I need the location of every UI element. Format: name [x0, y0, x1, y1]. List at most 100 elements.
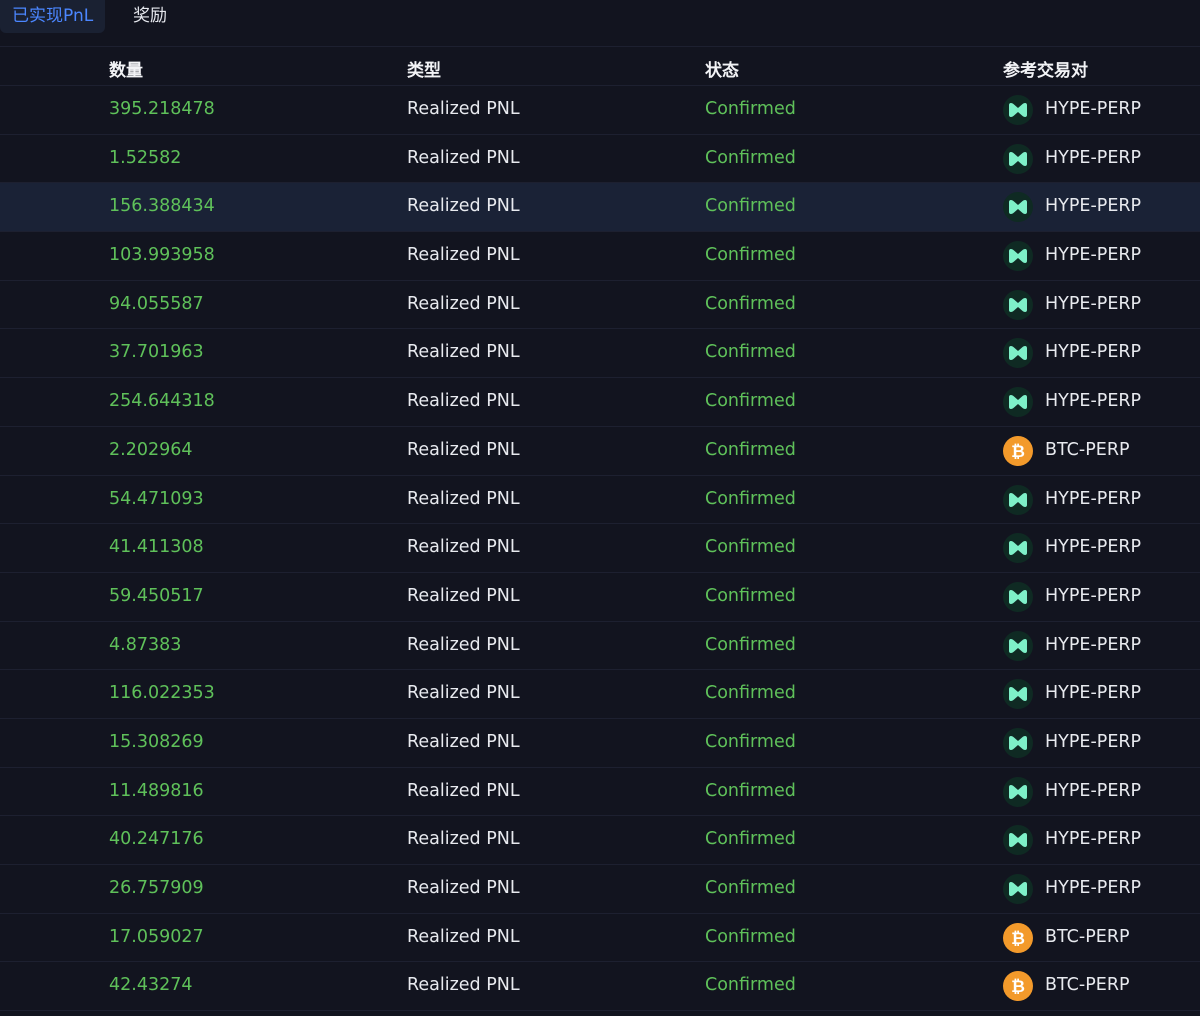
table-row[interactable]: 103.993958 Realized PNL Confirmed HYPE-PERP — [0, 232, 1200, 281]
table-row[interactable]: 116.022353 Realized PNL Confirmed HYPE-PERP — [0, 670, 1200, 719]
row-type: Realized PNL — [407, 439, 520, 460]
hype-glyph — [1009, 541, 1027, 556]
hype-icon — [1003, 825, 1033, 856]
table-row[interactable]: 4.87383 Realized PNL Confirmed HYPE-PERP — [0, 622, 1200, 671]
column-header-pair[interactable]: 参考交易对 — [1003, 56, 1088, 81]
row-pair[interactable]: HYPE-PERP — [1045, 586, 1141, 606]
row-pair[interactable]: HYPE-PERP — [1045, 391, 1141, 411]
hype-icon — [1003, 289, 1033, 320]
row-type: Realized PNL — [407, 342, 520, 363]
btc-icon: ₿ — [1003, 922, 1033, 953]
column-header-type[interactable]: 类型 — [407, 56, 441, 81]
table-row[interactable]: 26.757909 Realized PNL Confirmed HYPE-PERP — [0, 865, 1200, 914]
row-amount: 2.202964 — [109, 439, 193, 460]
svg-text:₿: ₿ — [1011, 929, 1025, 949]
tab-rewards[interactable]: 奖励 — [121, 0, 179, 33]
table-row[interactable]: 94.055587 Realized PNL Confirmed HYPE-PERP — [0, 281, 1200, 330]
row-pair[interactable]: HYPE-PERP — [1045, 781, 1141, 801]
row-pair[interactable]: HYPE-PERP — [1045, 829, 1141, 849]
hype-glyph — [1009, 249, 1027, 264]
row-type: Realized PNL — [407, 829, 520, 850]
row-status: Confirmed — [705, 293, 796, 314]
row-pair[interactable]: BTC-PERP — [1045, 927, 1130, 947]
row-pair[interactable]: BTC-PERP — [1045, 440, 1130, 460]
row-status: Confirmed — [705, 683, 796, 704]
hype-icon — [1003, 143, 1033, 174]
row-pair[interactable]: HYPE-PERP — [1045, 99, 1141, 119]
table-header: 数量 类型 状态 参考交易对 — [0, 47, 1200, 86]
table-row[interactable]: 11.489816 Realized PNL Confirmed HYPE-PERP — [0, 768, 1200, 817]
row-status: Confirmed — [705, 488, 796, 509]
row-amount: 1.52582 — [109, 147, 182, 168]
table-row[interactable]: 15.308269 Realized PNL Confirmed HYPE-PERP — [0, 719, 1200, 768]
row-type: Realized PNL — [407, 488, 520, 509]
row-type: Realized PNL — [407, 196, 520, 217]
table-row[interactable]: 156.388434 Realized PNL Confirmed HYPE-PERP — [0, 183, 1200, 233]
row-amount: 26.757909 — [109, 878, 204, 898]
row-pair[interactable]: HYPE-PERP — [1045, 148, 1141, 168]
row-amount: 59.450517 — [109, 585, 204, 606]
hype-glyph — [1009, 687, 1027, 702]
row-pair[interactable]: HYPE-PERP — [1045, 635, 1141, 655]
hype-icon — [1003, 241, 1033, 272]
row-status: Confirmed — [705, 342, 796, 363]
hype-icon — [1003, 776, 1033, 807]
column-header-amount[interactable]: 数量 — [109, 56, 143, 81]
hype-glyph — [1009, 638, 1027, 653]
table-row[interactable]: 59.450517 Realized PNL Confirmed HYPE-PERP — [0, 573, 1200, 622]
row-pair[interactable]: HYPE-PERP — [1045, 537, 1141, 557]
row-pair[interactable]: HYPE-PERP — [1045, 196, 1141, 216]
table-row[interactable]: 17.059027 Realized PNL Confirmed ₿ BTC-PERP — [0, 914, 1200, 963]
row-status: Confirmed — [705, 731, 796, 752]
row-amount: 4.87383 — [109, 634, 182, 655]
btc-icon: ₿ — [1003, 971, 1033, 1002]
hype-icon — [1003, 581, 1033, 612]
row-status: Confirmed — [705, 196, 796, 217]
row-pair[interactable]: HYPE-PERP — [1045, 342, 1141, 362]
column-header-status[interactable]: 状态 — [705, 56, 739, 81]
row-amount: 11.489816 — [109, 780, 204, 801]
row-amount: 41.411308 — [109, 537, 204, 558]
table-row[interactable]: 40.247176 Realized PNL Confirmed HYPE-PERP — [0, 816, 1200, 865]
hype-icon — [1003, 338, 1033, 369]
hype-icon — [1003, 679, 1033, 710]
table-row[interactable]: 41.411308 Realized PNL Confirmed HYPE-PERP — [0, 524, 1200, 573]
svg-text:₿: ₿ — [1011, 977, 1025, 997]
hype-glyph — [1009, 735, 1027, 750]
row-status: Confirmed — [705, 537, 796, 558]
table-row[interactable]: 37.701963 Realized PNL Confirmed HYPE-PERP — [0, 329, 1200, 379]
row-pair[interactable]: HYPE-PERP — [1045, 683, 1141, 703]
btc-glyph: ₿ — [1011, 442, 1025, 462]
row-type: Realized PNL — [407, 537, 520, 558]
hype-icon — [1003, 533, 1033, 564]
table-row[interactable]: 254.644318 Realized PNL Confirmed HYPE-PERP — [0, 378, 1200, 427]
row-type: Realized PNL — [407, 634, 520, 655]
row-status: Confirmed — [705, 829, 796, 850]
hype-glyph — [1009, 589, 1027, 604]
hype-icon — [1003, 192, 1033, 223]
table-row[interactable]: 2.202964 Realized PNL Confirmed ₿ BTC-PERP — [0, 427, 1200, 476]
row-pair[interactable]: HYPE-PERP — [1045, 245, 1141, 265]
table-row[interactable]: 395.218478 Realized PNL Confirmed HYPE-PERP — [0, 86, 1200, 135]
row-amount: 54.471093 — [109, 488, 204, 509]
hype-icon — [1003, 630, 1033, 661]
row-type: Realized PNL — [407, 683, 520, 704]
row-pair[interactable]: HYPE-PERP — [1045, 489, 1141, 509]
btc-glyph: ₿ — [1011, 929, 1025, 949]
tab-realized-pnl[interactable]: 已实现PnL — [0, 0, 106, 33]
table-row[interactable]: 1.52582 Realized PNL Confirmed HYPE-PERP — [0, 135, 1200, 184]
row-pair[interactable]: BTC-PERP — [1045, 975, 1130, 995]
hype-icon — [1003, 727, 1033, 758]
table-row[interactable]: 42.43274 Realized PNL Confirmed ₿ BTC-PERP — [0, 962, 1200, 1012]
tab-bar: 已实现PnL 奖励 — [0, 0, 1200, 47]
row-pair[interactable]: HYPE-PERP — [1045, 878, 1141, 898]
row-pair[interactable]: HYPE-PERP — [1045, 732, 1141, 752]
table-row[interactable]: 54.471093 Realized PNL Confirmed HYPE-PERP — [0, 476, 1200, 525]
hype-icon — [1003, 484, 1033, 515]
row-type: Realized PNL — [407, 878, 520, 898]
row-pair[interactable]: HYPE-PERP — [1045, 294, 1141, 314]
row-type: Realized PNL — [407, 245, 520, 266]
row-amount: 42.43274 — [109, 975, 193, 996]
row-amount: 156.388434 — [109, 196, 215, 217]
row-type: Realized PNL — [407, 780, 520, 801]
